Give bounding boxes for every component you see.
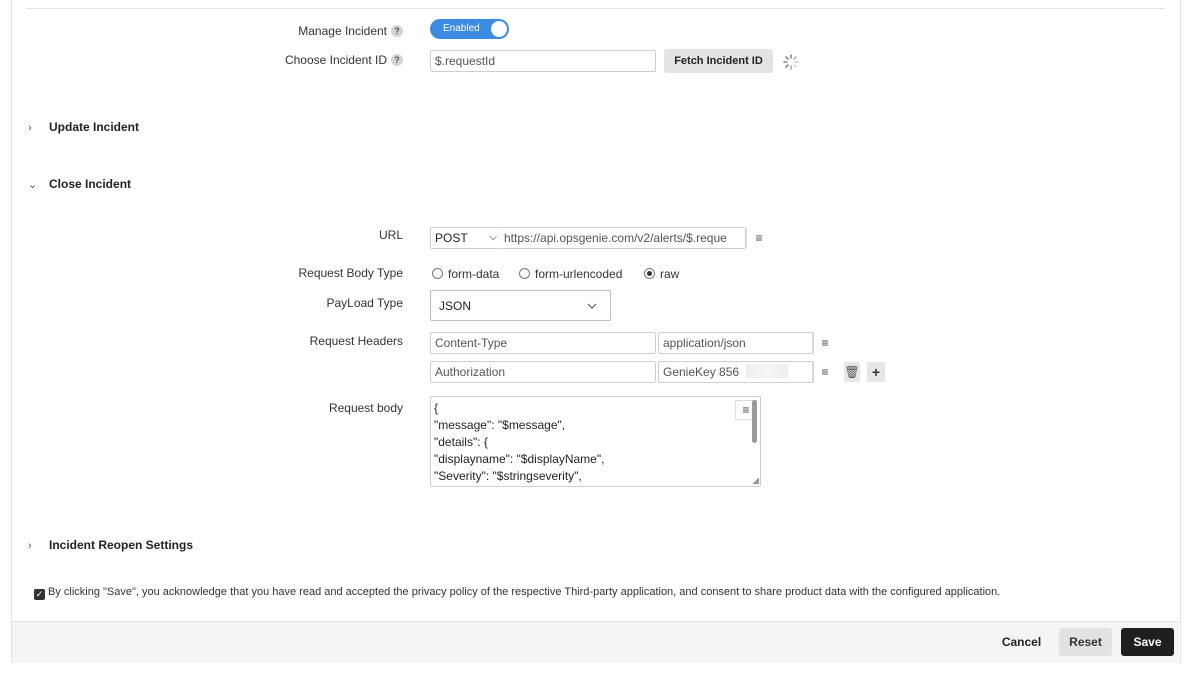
radio-label: form-urlencoded: [535, 267, 623, 281]
save-button[interactable]: Save: [1121, 628, 1174, 656]
radio-icon: [519, 268, 530, 279]
help-icon[interactable]: ?: [391, 54, 403, 66]
request-headers-label: Request Headers: [309, 334, 403, 348]
loading-spinner-icon: [783, 54, 799, 70]
incident-id-input[interactable]: $.requestId: [430, 50, 656, 72]
section-title: Update Incident: [49, 120, 140, 134]
code-line: {: [434, 401, 439, 415]
text-options-icon[interactable]: ≡: [812, 333, 837, 353]
radio-label: raw: [660, 267, 680, 281]
toggle-label: Enabled: [443, 23, 480, 34]
fetch-incident-id-button[interactable]: Fetch Incident ID: [664, 49, 773, 73]
choose-incident-text: Choose Incident ID: [284, 53, 387, 67]
url-label: URL: [378, 228, 403, 242]
chevron-down-icon: ⌵: [489, 232, 497, 243]
header-value-text: GenieKey 856: [663, 365, 740, 379]
radio-raw[interactable]: raw: [644, 267, 679, 281]
code-line: "displayname": "$displayName",: [434, 452, 605, 466]
resize-handle-icon[interactable]: ◢: [752, 475, 759, 486]
cancel-button[interactable]: Cancel: [993, 628, 1050, 656]
header-key-input[interactable]: Content-Type: [430, 332, 656, 354]
radio-label: form-data: [448, 267, 500, 281]
request-body-label: Request body: [328, 401, 403, 415]
request-body-type-label: Request Body Type: [298, 266, 403, 280]
manage-incident-label: Manage Incident?: [298, 24, 403, 38]
header-value-input[interactable]: GenieKey 856: [658, 361, 814, 383]
consent-checkbox[interactable]: ✓: [34, 589, 45, 600]
code-line: "details": {: [434, 435, 488, 449]
http-method-select[interactable]: POST ⌵: [430, 227, 502, 249]
code-line: "message": "$message",: [434, 418, 566, 432]
payload-type-label: PayLoad Type: [326, 296, 403, 310]
radio-icon: [432, 268, 443, 279]
method-value: POST: [435, 231, 468, 245]
request-body-textarea[interactable]: { "message": "$message", "details": { "d…: [430, 396, 761, 487]
header-key-input[interactable]: Authorization: [430, 361, 656, 383]
section-update-incident[interactable]: › Update Incident: [28, 120, 139, 134]
manage-incident-text: Manage Incident: [298, 24, 387, 38]
reset-button[interactable]: Reset: [1059, 628, 1112, 656]
header-value-input[interactable]: application/json: [658, 332, 814, 354]
chevron-right-icon: ›: [28, 540, 32, 552]
radio-selected-icon: [644, 268, 655, 279]
code-line: "Severity": "$stringseverity",: [434, 469, 582, 483]
consent-row: ✓ By clicking "Save", you acknowledge tha…: [34, 586, 1000, 600]
delete-header-icon[interactable]: 🗑: [844, 362, 860, 382]
radio-form-urlencoded[interactable]: form-urlencoded: [519, 267, 622, 281]
help-icon[interactable]: ?: [391, 25, 403, 37]
chevron-down-icon: ⌄: [28, 179, 38, 191]
section-title: Incident Reopen Settings: [49, 538, 194, 552]
text-options-icon[interactable]: ≡: [812, 362, 837, 382]
payload-type-select[interactable]: JSON: [430, 290, 611, 321]
manage-incident-toggle[interactable]: Enabled: [430, 19, 509, 39]
section-title: Close Incident: [49, 177, 132, 191]
radio-form-data[interactable]: form-data: [432, 267, 499, 281]
consent-text: By clicking "Save", you acknowledge that…: [48, 586, 1001, 598]
choose-incident-label: Choose Incident ID?: [285, 53, 403, 67]
add-header-icon[interactable]: +: [867, 362, 885, 382]
redacted-mask: [746, 364, 789, 378]
text-options-icon[interactable]: ≡: [746, 228, 771, 248]
chevron-down-icon: [587, 303, 597, 309]
toggle-knob: [491, 21, 507, 37]
scrollbar[interactable]: [752, 400, 757, 443]
chevron-right-icon: ›: [28, 122, 32, 134]
section-close-incident[interactable]: ⌄ Close Incident: [28, 177, 131, 191]
divider: [26, 8, 1165, 9]
section-incident-reopen-settings[interactable]: › Incident Reopen Settings: [28, 538, 193, 552]
url-input[interactable]: https://api.opsgenie.com/v2/alerts/$.req…: [500, 227, 746, 249]
payload-value: JSON: [439, 299, 472, 313]
